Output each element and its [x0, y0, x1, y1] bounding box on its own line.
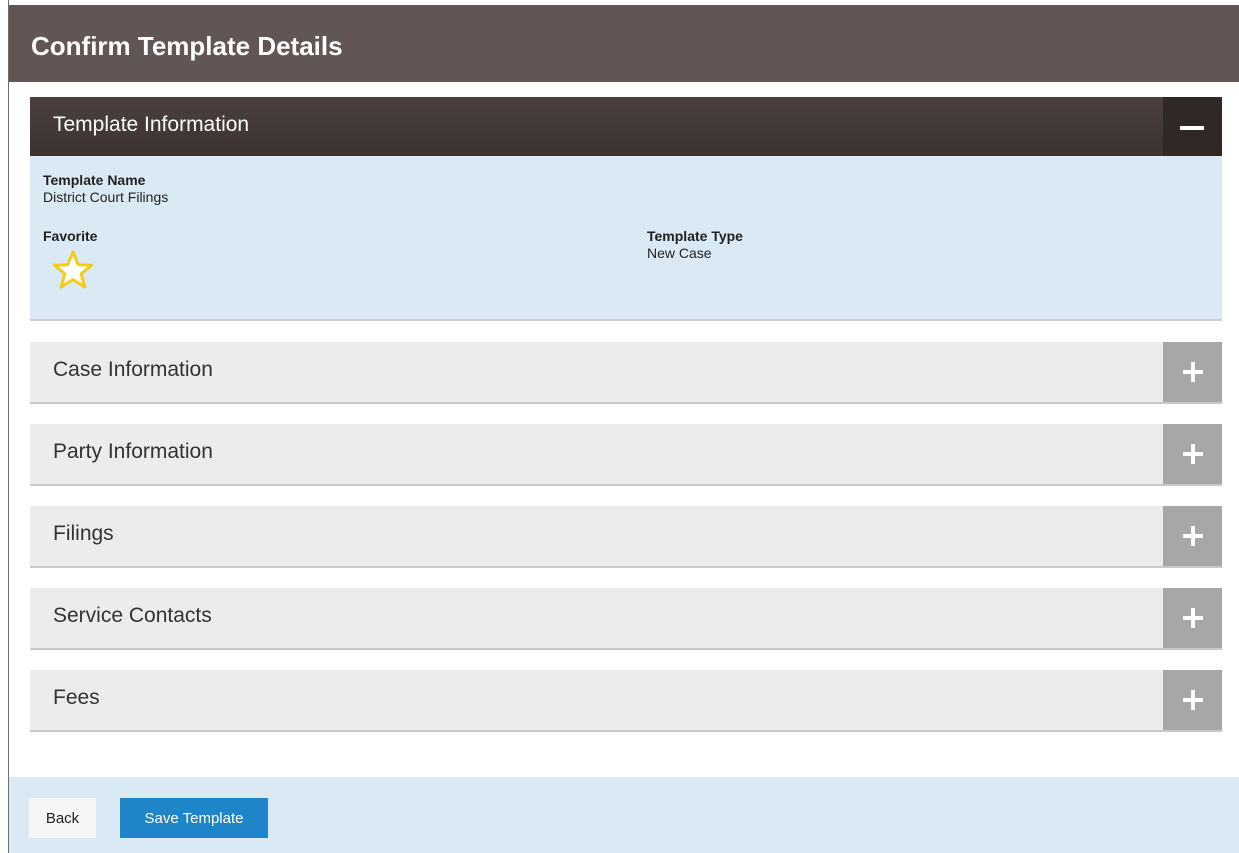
action-footer: Back Save Template [9, 777, 1239, 853]
section-case-information[interactable]: Case Information [30, 342, 1222, 404]
section-filings[interactable]: Filings [30, 506, 1222, 568]
favorite-label: Favorite [43, 228, 98, 244]
template-type-value: New Case [647, 245, 712, 261]
star-icon[interactable] [52, 250, 94, 290]
expand-button[interactable] [1163, 670, 1222, 730]
section-title: Case Information [53, 358, 213, 381]
section-title: Service Contacts [53, 604, 212, 627]
expand-button[interactable] [1163, 588, 1222, 648]
expand-button[interactable] [1163, 424, 1222, 484]
section-service-contacts[interactable]: Service Contacts [30, 588, 1222, 650]
template-information-body: Template Name District Court Filings Fav… [30, 156, 1222, 321]
expand-button[interactable] [1163, 506, 1222, 566]
template-name-label: Template Name [43, 172, 146, 188]
minus-icon [1180, 126, 1204, 130]
expand-button[interactable] [1163, 342, 1222, 402]
section-party-information[interactable]: Party Information [30, 424, 1222, 486]
back-button[interactable]: Back [29, 798, 96, 838]
section-fees[interactable]: Fees [30, 670, 1222, 732]
collapse-toggle-button[interactable] [1163, 97, 1222, 156]
section-title: Filings [53, 522, 114, 545]
page-header: Confirm Template Details [9, 5, 1239, 82]
template-information-header[interactable]: Template Information [30, 97, 1222, 156]
page-title: Confirm Template Details [31, 31, 343, 61]
section-title: Party Information [53, 440, 213, 463]
section-title: Fees [53, 686, 100, 709]
save-template-button[interactable]: Save Template [120, 798, 268, 838]
template-name-value: District Court Filings [43, 189, 169, 205]
template-type-label: Template Type [647, 228, 743, 244]
template-information-title: Template Information [53, 113, 250, 136]
